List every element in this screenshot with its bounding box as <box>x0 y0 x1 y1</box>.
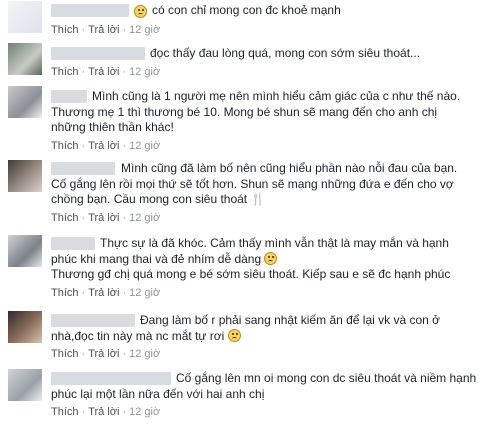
comment-text: có con chỉ mong con đc khoẻ mạnh <box>152 3 341 17</box>
like-link[interactable]: Thích <box>51 140 79 152</box>
comment-text: Thương mẹ 1 thì thương bé 10. Mong bé sh… <box>51 105 438 119</box>
reply-link[interactable]: Trả lời <box>88 24 119 36</box>
reply-link[interactable]: Trả lời <box>88 406 119 418</box>
commenter-name[interactable] <box>51 237 95 250</box>
comment-actions: Thích · Trả lời · 12 giờ <box>51 287 161 299</box>
commenter-name[interactable] <box>51 47 145 60</box>
timestamp[interactable]: 12 giờ <box>129 140 160 152</box>
commenter-name[interactable] <box>51 4 129 17</box>
comment-text: Cố gắng lên mn oi mong con dc siêu thoát… <box>176 371 477 385</box>
reply-link[interactable]: Trả lời <box>88 140 119 152</box>
comment: Đang làm bố r phải sang nhật kiếm ăn để … <box>0 310 500 366</box>
comment-text: Mình cũng đã làm bố nên cũng hiểu phần n… <box>121 161 458 175</box>
timestamp[interactable]: 12 giờ <box>129 406 160 418</box>
comment-text: phúc lại một lần nữa đến với hai anh chị <box>51 387 265 401</box>
comment-actions: Thích · Trả lời · 12 giờ <box>51 66 161 78</box>
avatar[interactable] <box>8 86 42 118</box>
reply-link[interactable]: Trả lời <box>88 348 119 360</box>
avatar[interactable] <box>8 235 42 267</box>
comment-text: phúc khi mang thai và đẻ nhím dễ dàng <box>51 252 278 267</box>
sad-emoji-icon <box>134 5 147 18</box>
like-link[interactable]: Thích <box>51 212 79 224</box>
comment-text: nhà,đọc tin này mà nc mắt tự rơi <box>51 329 241 344</box>
like-link[interactable]: Thích <box>51 287 79 299</box>
comment: có con chỉ mong con đc khoẻ mạnh Thích · T… <box>0 0 500 38</box>
commenter-name[interactable] <box>51 314 135 327</box>
avatar[interactable] <box>8 369 42 401</box>
comment-text: đọc thấy đau lòng quá, mong con sớm siêu… <box>150 46 421 60</box>
comment-actions: Thích · Trả lời · 12 giờ <box>51 406 161 418</box>
avatar[interactable] <box>8 311 42 343</box>
timestamp[interactable]: 12 giờ <box>129 212 160 224</box>
comment: Thực sự là đã khóc. Cảm thấy mình vẫn th… <box>0 233 500 305</box>
sad-emoji-icon <box>264 252 278 265</box>
comment-text: Mình cũng là 1 người mẹ nên mình hiểu cả… <box>92 89 461 103</box>
comment-actions: Thích · Trả lời · 12 giờ <box>51 140 161 152</box>
avatar[interactable] <box>8 1 42 33</box>
like-link[interactable]: Thích <box>51 348 79 360</box>
comment: Cố gắng lên mn oi mong con dc siêu thoát… <box>0 368 500 424</box>
commenter-name[interactable] <box>51 90 87 103</box>
comment-actions: Thích · Trả lời · 12 giờ <box>51 348 161 360</box>
like-link[interactable]: Thích <box>51 406 79 418</box>
timestamp[interactable]: 12 giờ <box>129 24 160 36</box>
like-link[interactable]: Thích <box>51 66 79 78</box>
comment-text: chồng bạn. Cầu mong con siêu thoát 🍴 <box>51 192 266 206</box>
comment-actions: Thích · Trả lời · 12 giờ <box>51 212 161 224</box>
comment-text: những thiên thần khác! <box>51 120 174 134</box>
fork-knife-icon: 🍴 <box>250 192 266 206</box>
avatar[interactable] <box>8 43 42 75</box>
like-link[interactable]: Thích <box>51 24 79 36</box>
comment: Mình cũng là 1 người mẹ nên mình hiểu cả… <box>0 86 500 154</box>
timestamp[interactable]: 12 giờ <box>129 66 160 78</box>
comment-text: Đang làm bố r phải sang nhật kiếm ăn để … <box>140 313 441 327</box>
comment-text: Cố gắng lên rồi mọi thứ sẽ tốt hơn. Shun… <box>51 177 454 191</box>
sad-emoji-icon <box>227 329 241 342</box>
avatar[interactable] <box>8 160 42 192</box>
reply-link[interactable]: Trả lời <box>88 66 119 78</box>
comment: đọc thấy đau lòng quá, mong con sớm siêu… <box>0 43 500 83</box>
timestamp[interactable]: 12 giờ <box>129 287 160 299</box>
reply-link[interactable]: Trả lời <box>88 212 119 224</box>
reply-link[interactable]: Trả lời <box>88 287 119 299</box>
comment-text: Thương gđ chị quá mong e bé sớm siêu tho… <box>51 267 451 281</box>
comment-actions: Thích · Trả lời · 12 giờ <box>51 24 161 36</box>
comment-text: Thực sự là đã khóc. Cảm thấy mình vẫn th… <box>100 236 449 250</box>
commenter-name[interactable] <box>51 372 171 385</box>
comment: Mình cũng đã làm bố nên cũng hiểu phần n… <box>0 158 500 224</box>
timestamp[interactable]: 12 giờ <box>129 348 160 360</box>
commenter-name[interactable] <box>51 162 115 175</box>
